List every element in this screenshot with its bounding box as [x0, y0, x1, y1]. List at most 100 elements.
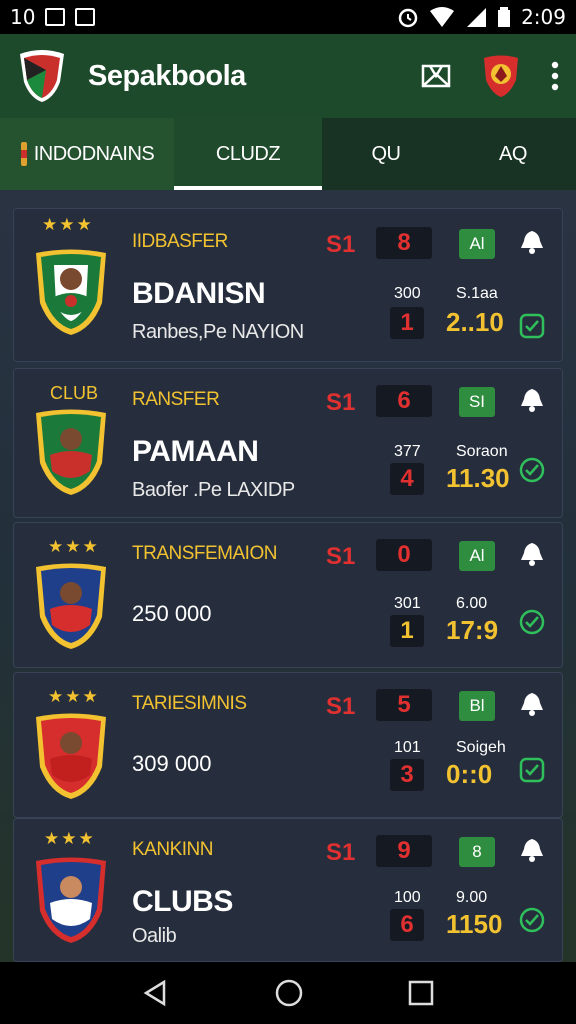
- player-name: BDANISN: [132, 277, 266, 310]
- wifi-icon: [430, 7, 455, 27]
- app-title: Sepakboola: [88, 59, 246, 92]
- time-label: Soraon: [456, 443, 508, 460]
- rating-stars: ★★★: [48, 537, 100, 556]
- transfer-fee: 309 000: [132, 751, 212, 776]
- battery-icon: [498, 7, 511, 27]
- bell-icon[interactable]: [519, 229, 545, 255]
- player-card[interactable]: ★★★ KANKINN CLUBS Oalib S1 9 8 100 6 9.0…: [13, 818, 563, 962]
- status-tag: Bl: [459, 691, 495, 721]
- small-stat: 100: [394, 889, 421, 906]
- score-box: 0: [376, 539, 432, 571]
- transfer-category: KANKINN: [132, 839, 213, 860]
- status-tag: 8: [459, 837, 495, 867]
- time-value: 1150: [446, 909, 503, 939]
- check-icon[interactable]: [519, 313, 545, 339]
- status-time-left: 10: [10, 5, 36, 29]
- recents-icon[interactable]: [408, 980, 434, 1006]
- check-icon[interactable]: [519, 907, 545, 933]
- check-icon[interactable]: [519, 457, 545, 483]
- signal-icon: [467, 8, 487, 27]
- stat-box: 6: [390, 909, 424, 941]
- tab-indonesia[interactable]: INDODNAINS: [0, 118, 174, 190]
- back-icon[interactable]: [142, 979, 170, 1007]
- score-box: 9: [376, 835, 432, 867]
- score-box: 5: [376, 689, 432, 721]
- club-badge-icon: [36, 249, 106, 335]
- time-label: S.1aa: [456, 285, 498, 302]
- gallery-notification-icon: [45, 8, 66, 26]
- more-vert-icon[interactable]: [550, 61, 560, 91]
- stat-label: S1: [326, 693, 356, 720]
- stat-label: S1: [326, 839, 356, 866]
- bell-icon[interactable]: [519, 541, 545, 567]
- app-logo-icon[interactable]: [16, 48, 68, 104]
- badge-label: CLUB: [50, 383, 99, 403]
- player-subtitle: Baofer .Pe LAXIDP: [132, 479, 295, 501]
- time-label: 9.00: [456, 889, 488, 906]
- trophy-icon: [20, 142, 27, 166]
- club-badge-icon: [36, 563, 106, 649]
- check-icon[interactable]: [519, 757, 545, 783]
- transfer-fee: 250 000: [132, 601, 212, 626]
- app-bar: Sepakboola: [0, 34, 576, 118]
- rating-stars: ★★★: [42, 215, 94, 234]
- stat-box: 1: [390, 615, 424, 647]
- status-tag: SI: [459, 387, 495, 417]
- stat-box: 1: [390, 307, 424, 339]
- player-subtitle: Oalib: [132, 925, 177, 947]
- status-tag: Al: [459, 229, 495, 259]
- stat-box: 3: [390, 759, 424, 791]
- check-icon[interactable]: [519, 609, 545, 635]
- transfer-category: IIDBASFER: [132, 231, 228, 252]
- player-card[interactable]: ★★★ TRANSFEMAION 250 000 S1 0 Al 301 1 6…: [13, 522, 563, 668]
- club-badge-icon: [36, 713, 106, 799]
- status-bar: 10 2:09: [0, 0, 576, 34]
- time-value: 2..10: [446, 307, 504, 337]
- tab-clubs[interactable]: CLUDZ: [174, 118, 322, 190]
- player-card[interactable]: ★★★ IIDBASFER BDANISN Ranbes,Pe NAYION S…: [13, 208, 563, 362]
- score-box: 8: [376, 227, 432, 259]
- tab-label: AQ: [499, 142, 527, 165]
- small-stat: 377: [394, 443, 421, 460]
- transfer-list: ★★★ IIDBASFER BDANISN Ranbes,Pe NAYION S…: [0, 190, 576, 962]
- stat-box: 4: [390, 463, 424, 495]
- map-icon[interactable]: [420, 60, 452, 92]
- alarm-icon: [398, 8, 418, 28]
- club-crest-icon[interactable]: [482, 54, 520, 98]
- time-label: 6.00: [456, 595, 488, 612]
- time-label: Soigeh: [456, 739, 506, 756]
- tab-label: QU: [371, 142, 402, 165]
- system-nav-bar: [0, 962, 576, 1024]
- player-name: CLUBS: [132, 885, 233, 918]
- status-time-right: 2:09: [521, 5, 566, 29]
- player-card[interactable]: CLUB RANSFER PAMAAN Baofer .Pe LAXIDP S1…: [13, 368, 563, 518]
- tab-label: INDODNAINS: [33, 142, 155, 165]
- transfer-category: TRANSFEMAION: [132, 543, 277, 564]
- tab-bar: INDODNAINS CLUDZ QU AQ: [0, 118, 576, 190]
- player-subtitle: Ranbes,Pe NAYION: [132, 321, 304, 343]
- home-icon[interactable]: [274, 978, 304, 1008]
- time-value: 11.30: [446, 463, 510, 493]
- image-notification-icon: [75, 8, 96, 26]
- player-name: PAMAAN: [132, 435, 259, 468]
- small-stat: 300: [394, 285, 421, 302]
- status-tag: Al: [459, 541, 495, 571]
- tab-aq[interactable]: AQ: [450, 118, 576, 190]
- small-stat: 301: [394, 595, 421, 612]
- rating-stars: ★★★: [48, 687, 100, 706]
- small-stat: 101: [394, 739, 421, 756]
- player-card[interactable]: ★★★ TARIESIMNIS 309 000 S1 5 Bl 101 3 So…: [13, 672, 563, 818]
- bell-icon[interactable]: [519, 691, 545, 717]
- club-badge-icon: [36, 409, 106, 495]
- stat-label: S1: [326, 389, 356, 416]
- stat-label: S1: [326, 543, 356, 570]
- score-box: 6: [376, 385, 432, 417]
- tab-qu[interactable]: QU: [322, 118, 450, 190]
- bell-icon[interactable]: [519, 837, 545, 863]
- club-badge-icon: [36, 857, 106, 943]
- bell-icon[interactable]: [519, 387, 545, 413]
- time-value: 0::0: [446, 759, 493, 789]
- rating-stars: ★★★: [44, 829, 96, 848]
- tab-label: CLUDZ: [215, 142, 281, 165]
- time-value: 17:9: [446, 615, 499, 645]
